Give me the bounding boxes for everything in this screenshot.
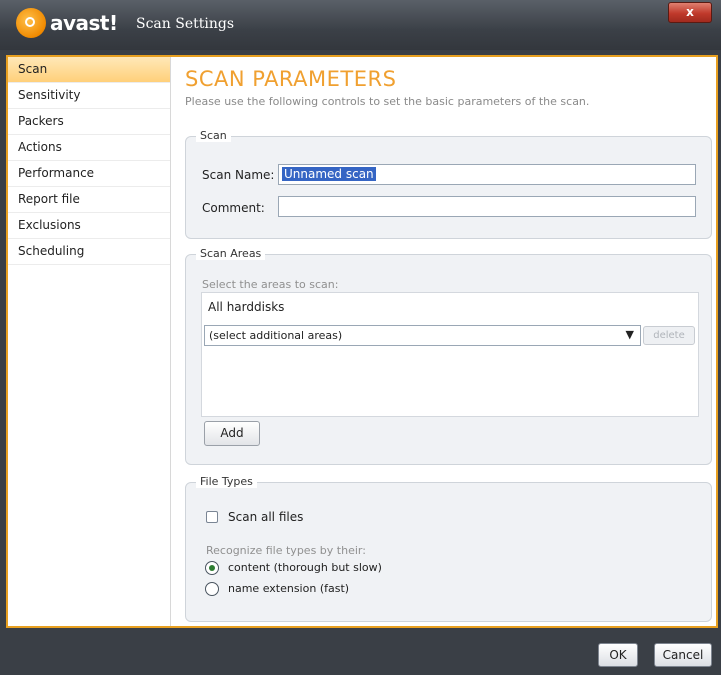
scan-name-value: Unnamed scan	[282, 167, 376, 181]
title-bar: avast! Scan Settings x	[0, 0, 721, 50]
scan-all-files-label[interactable]: Scan all files	[228, 510, 303, 524]
avast-ball-icon	[16, 8, 46, 38]
sidebar: Scan Sensitivity Packers Actions Perform…	[8, 57, 171, 626]
sidebar-item-report-file[interactable]: Report file	[8, 187, 170, 213]
scan-areas-list[interactable]: All harddisks (select additional areas) …	[201, 292, 699, 417]
ok-button[interactable]: OK	[598, 643, 638, 667]
delete-button[interactable]: delete	[643, 326, 695, 345]
file-types-group: File Types Scan all files Recognize file…	[185, 475, 712, 622]
sidebar-item-packers[interactable]: Packers	[8, 109, 170, 135]
content-radio[interactable]	[205, 561, 219, 575]
scan-name-field[interactable]: Unnamed scan	[278, 164, 696, 185]
page-description: Please use the following controls to set…	[185, 95, 590, 108]
file-types-title: File Types	[196, 475, 257, 488]
dropdown-value: (select additional areas)	[209, 329, 343, 342]
scan-group: Scan Scan Name: Unnamed scan Comment:	[185, 129, 712, 239]
sidebar-item-scheduling[interactable]: Scheduling	[8, 239, 170, 265]
scan-all-files-checkbox[interactable]	[206, 511, 218, 523]
page-title: SCAN PARAMETERS	[185, 67, 397, 91]
sidebar-item-scan[interactable]: Scan	[8, 57, 170, 83]
extension-radio-label[interactable]: name extension (fast)	[228, 582, 349, 595]
recognize-hint: Recognize file types by their:	[206, 544, 366, 557]
sidebar-item-sensitivity[interactable]: Sensitivity	[8, 83, 170, 109]
scan-areas-title: Scan Areas	[196, 247, 266, 260]
list-item[interactable]: All harddisks	[208, 300, 284, 314]
select-areas-hint: Select the areas to scan:	[202, 278, 339, 291]
additional-areas-dropdown[interactable]: (select additional areas) ▼	[204, 325, 641, 346]
avast-logo: avast!	[16, 8, 118, 38]
sidebar-item-exclusions[interactable]: Exclusions	[8, 213, 170, 239]
add-button[interactable]: Add	[204, 421, 260, 446]
close-button[interactable]: x	[668, 2, 712, 23]
extension-radio[interactable]	[205, 582, 219, 596]
scan-areas-group: Scan Areas Select the areas to scan: All…	[185, 247, 712, 465]
cancel-button[interactable]: Cancel	[654, 643, 712, 667]
brand-name: avast!	[50, 11, 118, 35]
scan-name-label: Scan Name:	[202, 168, 275, 182]
sidebar-item-actions[interactable]: Actions	[8, 135, 170, 161]
comment-label: Comment:	[202, 201, 265, 215]
dropdown-arrow-icon: ▼	[625, 328, 634, 341]
settings-frame: Scan Sensitivity Packers Actions Perform…	[6, 55, 718, 628]
comment-field[interactable]	[278, 196, 696, 217]
content-radio-label[interactable]: content (thorough but slow)	[228, 561, 382, 574]
sidebar-item-performance[interactable]: Performance	[8, 161, 170, 187]
scan-group-title: Scan	[196, 129, 231, 142]
window-title: Scan Settings	[136, 16, 235, 32]
